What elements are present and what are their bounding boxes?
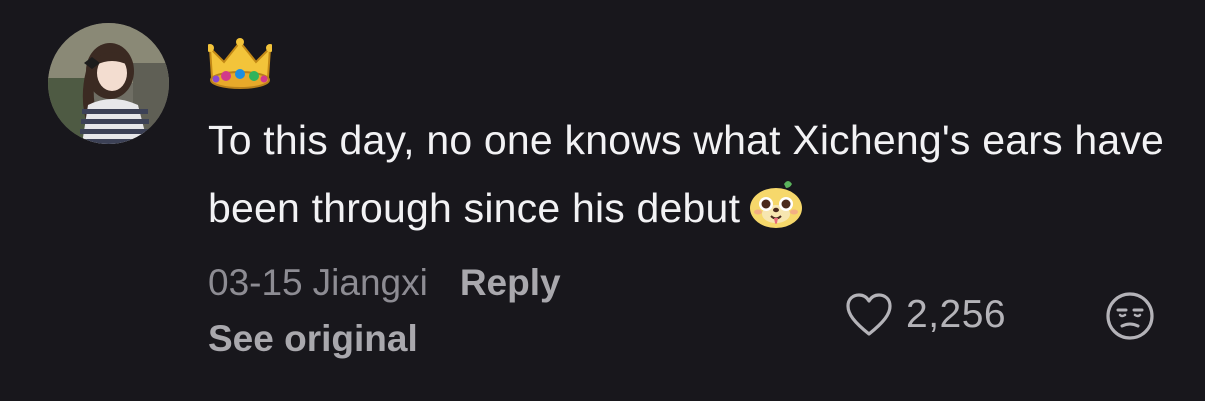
avatar[interactable]	[48, 23, 169, 144]
comment-location: Jiangxi	[312, 262, 428, 303]
see-original-button[interactable]: See original	[208, 318, 418, 360]
comment-text: To this day, no one knows what Xicheng's…	[208, 106, 1188, 242]
heart-outline-icon	[846, 293, 892, 336]
reply-button[interactable]: Reply	[460, 262, 561, 304]
unamused-face-icon[interactable]	[1105, 291, 1155, 341]
crown-icon	[208, 38, 272, 89]
avatar-image	[48, 23, 169, 144]
like-count: 2,256	[906, 293, 1007, 336]
puppy-face-sticker-icon	[750, 181, 803, 228]
comment-item: To this day, no one knows what Xicheng's…	[0, 0, 1205, 401]
like-button[interactable]: 2,256	[844, 290, 1006, 340]
comment-body: To this day, no one knows what Xicheng's…	[208, 117, 1165, 231]
comment-date: 03-15	[208, 262, 303, 303]
comment-meta: 03-15 Jiangxi Reply	[208, 258, 561, 308]
